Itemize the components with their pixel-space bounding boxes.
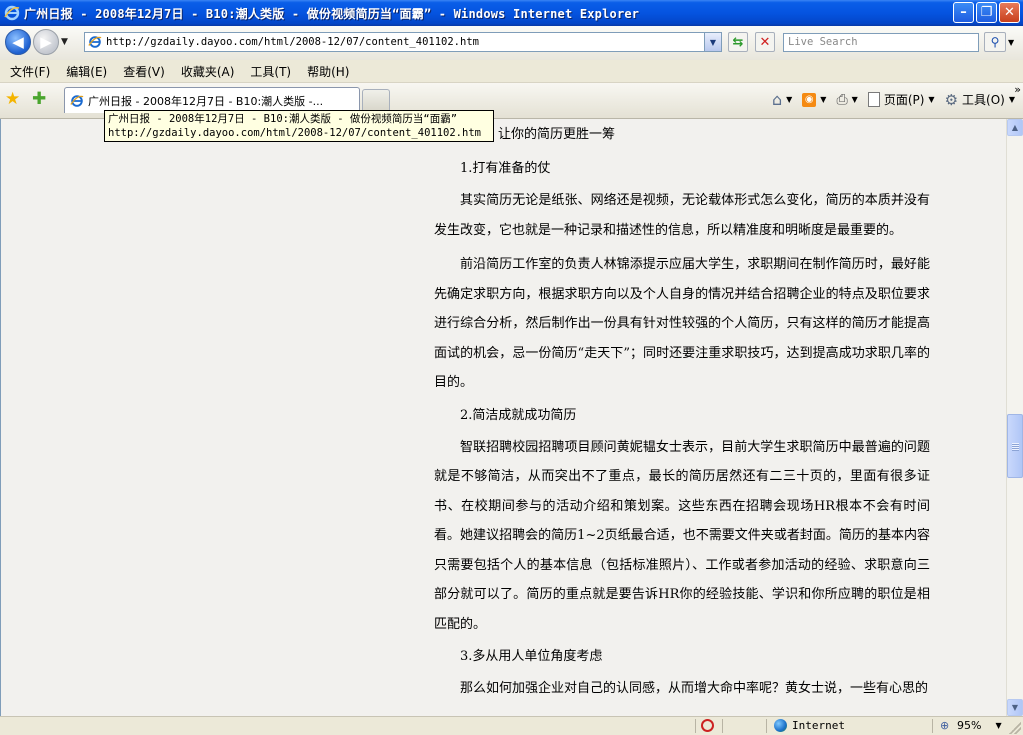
window-title: 广州日报 - 2008年12月7日 - B10:潮人类版 - 做份视频简历当“面… — [24, 6, 640, 21]
history-dropdown-icon[interactable]: ▼ — [61, 37, 68, 47]
print-button[interactable]: ⎙ ▼ — [836, 92, 857, 108]
ie-logo-icon — [4, 5, 20, 21]
paragraph: 前沿简历工作室的负责人林锦添提示应届大学生，求职期间在制作简历时，最好能先确定求… — [434, 257, 930, 390]
address-toolbar: ◀ ▶ ▼ http://gzdaily.dayoo.com/html/2008… — [0, 26, 1023, 61]
close-window-button[interactable]: ✕ — [999, 2, 1020, 23]
menu-bar: 文件(F) 编辑(E) 查看(V) 收藏夹(A) 工具(T) 帮助(H) — [0, 60, 1023, 83]
section-heading: 2.简洁成就成功简历 — [460, 407, 577, 423]
back-button[interactable]: ◀ — [5, 29, 31, 55]
new-tab-button[interactable] — [362, 89, 390, 111]
security-zone[interactable]: Internet — [774, 719, 845, 732]
section-heading: 1.打有准备的仗 — [460, 161, 551, 176]
menu-view[interactable]: 查看(V) — [123, 63, 165, 80]
stop-button[interactable]: ✕ — [755, 32, 775, 52]
menu-favorites[interactable]: 收藏夹(A) — [181, 63, 235, 80]
minimize-button[interactable]: – — [953, 2, 974, 23]
page-icon — [867, 92, 880, 107]
tab-label: 广州日报 - 2008年12月7日 - B10:潮人类版 -... — [88, 94, 324, 108]
page-menu-button[interactable]: 页面(P) ▼ — [867, 91, 935, 108]
scroll-up-button[interactable]: ▲ — [1007, 119, 1023, 136]
zoom-dropdown-icon[interactable]: ▼ — [995, 721, 1001, 730]
zoom-control[interactable]: ⊕ 95% ▼ — [940, 719, 1002, 732]
page-content: 让你的简历更胜一筹 1.打有准备的仗 其实简历无论是纸张、网络还是视频，无论载体… — [0, 119, 1006, 716]
rss-icon: ◉ — [802, 92, 817, 107]
resize-grip[interactable] — [1009, 722, 1021, 734]
zoom-icon: ⊕ — [940, 719, 950, 732]
chevron-more-icon[interactable]: » — [1014, 83, 1021, 96]
printer-icon: ⎙ — [836, 91, 848, 108]
feeds-button[interactable]: ◉ ▼ — [802, 92, 826, 107]
tooltip-url: http://gzdaily.dayoo.com/html/2008-12/07… — [108, 127, 481, 139]
section-heading: 3.多从用人单位角度考虑 — [460, 649, 603, 664]
gear-icon: ⚙ — [944, 90, 959, 109]
article-body: 让你的简历更胜一筹 1.打有准备的仗 其实简历无论是纸张、网络还是视频，无论载体… — [434, 119, 930, 704]
scroll-down-button[interactable]: ▼ — [1007, 699, 1023, 716]
tools-menu-label: 工具(O) — [962, 93, 1005, 107]
paragraph: 智联招聘校园招聘项目顾问黄妮韫女士表示，目前大学生求职简历中最普遍的问题就是不够… — [434, 439, 930, 632]
title-bar: 广州日报 - 2008年12月7日 - B10:潮人类版 - 做份视频简历当“面… — [0, 0, 1023, 26]
search-options-icon[interactable]: ▼ — [1008, 38, 1014, 47]
globe-icon — [774, 719, 787, 732]
forward-button[interactable]: ▶ — [33, 29, 59, 55]
menu-file[interactable]: 文件(F) — [10, 63, 50, 80]
menu-help[interactable]: 帮助(H) — [307, 63, 349, 80]
tab-ie-icon — [70, 94, 84, 107]
home-button[interactable]: ⌂ ▼ — [772, 90, 792, 109]
address-field[interactable]: http://gzdaily.dayoo.com/html/2008-12/07… — [84, 32, 722, 52]
search-input[interactable]: Live Search — [783, 33, 979, 52]
page-ie-icon — [88, 36, 102, 48]
paragraph: 那么如何加强企业对自己的认同感，从而增大命中率呢？黄女士说，一些有心思的 — [460, 681, 929, 696]
menu-edit[interactable]: 编辑(E) — [66, 63, 107, 80]
url-text[interactable]: http://gzdaily.dayoo.com/html/2008-12/07… — [106, 36, 704, 48]
paragraph: 其实简历无论是纸张、网络还是视频，无论载体形式怎么变化，简历的本质并没有发生改变… — [434, 193, 930, 238]
tab-tooltip: 广州日报 - 2008年12月7日 - B10:潮人类版 - 做份视频简历当“面… — [104, 110, 494, 142]
tooltip-title: 广州日报 - 2008年12月7日 - B10:潮人类版 - 做份视频简历当“面… — [108, 113, 458, 125]
search-icon[interactable]: ⚲ — [984, 32, 1006, 52]
menu-tools[interactable]: 工具(T) — [250, 63, 291, 80]
address-dropdown-icon[interactable]: ▼ — [704, 33, 721, 51]
page-menu-label: 页面(P) — [883, 93, 925, 107]
intro-line: 让你的简历更胜一筹 — [498, 127, 616, 142]
blocked-icon[interactable] — [701, 719, 714, 732]
home-icon: ⌂ — [771, 90, 783, 109]
zone-label: Internet — [792, 719, 845, 732]
zoom-level: 95% — [957, 719, 982, 732]
favorites-star-icon[interactable]: ★ — [5, 89, 20, 109]
status-bar: Internet ⊕ 95% ▼ — [0, 716, 1023, 735]
restore-button[interactable]: ❐ — [976, 2, 997, 23]
refresh-button[interactable]: ⇆ — [728, 32, 748, 52]
vertical-scrollbar[interactable]: ▲ ▼ — [1006, 119, 1023, 716]
add-favorite-icon[interactable]: ✚ — [32, 89, 46, 109]
tools-menu-button[interactable]: ⚙ 工具(O) ▼ — [945, 91, 1015, 109]
scroll-thumb[interactable] — [1007, 414, 1023, 478]
